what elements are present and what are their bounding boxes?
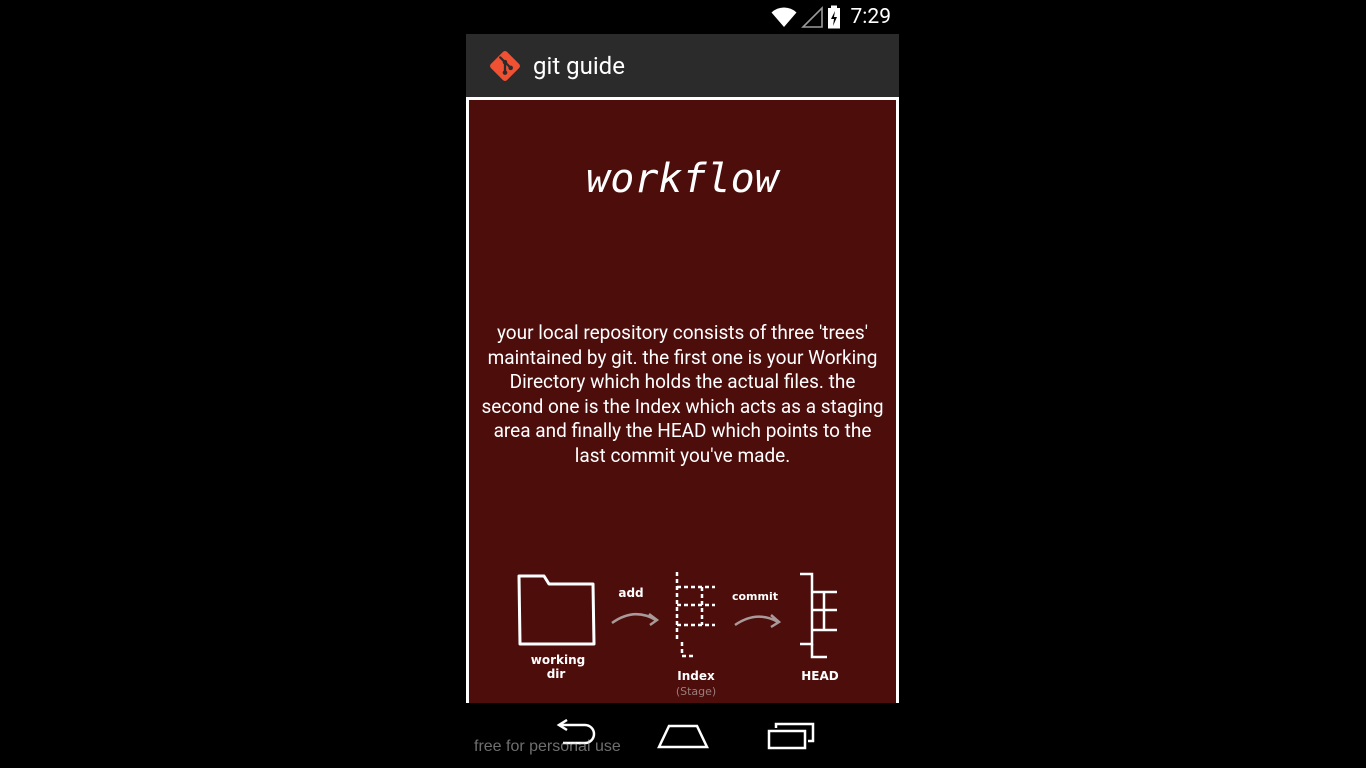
working-dir-label: working — [531, 653, 585, 667]
working-dir-folder-icon — [517, 574, 596, 646]
wifi-icon — [771, 7, 796, 28]
commit-arrow-icon — [734, 615, 779, 627]
slide-title: workflow — [586, 156, 779, 202]
add-label: add — [618, 586, 643, 600]
battery-charging-icon — [827, 5, 840, 29]
action-bar: git guide — [466, 34, 899, 97]
status-icons: 7:29 — [771, 4, 892, 30]
status-time: 7:29 — [850, 5, 892, 29]
recents-icon[interactable] — [766, 719, 816, 751]
index-label: Index — [677, 669, 715, 683]
app-title: git guide — [533, 52, 625, 80]
working-dir-label-2: dir — [547, 667, 566, 681]
content-area: workflow your local repository consists … — [466, 97, 899, 703]
head-label: HEAD — [801, 669, 839, 683]
index-tree-icon — [675, 572, 715, 658]
git-workflow-diagram: working dir add Index (Stage) commit HEA… — [517, 572, 839, 698]
git-logo-icon[interactable] — [486, 47, 524, 85]
phone-screen: 7:29 git guide workflow your local repos… — [466, 0, 899, 768]
status-bar: 7:29 — [466, 0, 899, 34]
home-icon[interactable] — [657, 719, 709, 751]
navigation-bar — [466, 703, 899, 768]
guide-slide[interactable]: workflow your local repository consists … — [469, 100, 896, 703]
slide-body-text: your local repository consists of three … — [481, 321, 884, 467]
commit-label: commit — [732, 590, 778, 603]
signal-icon — [800, 6, 823, 28]
head-tree-icon — [800, 572, 837, 659]
watermark-text: free for personal use — [474, 738, 621, 755]
index-sublabel: (Stage) — [676, 685, 716, 698]
